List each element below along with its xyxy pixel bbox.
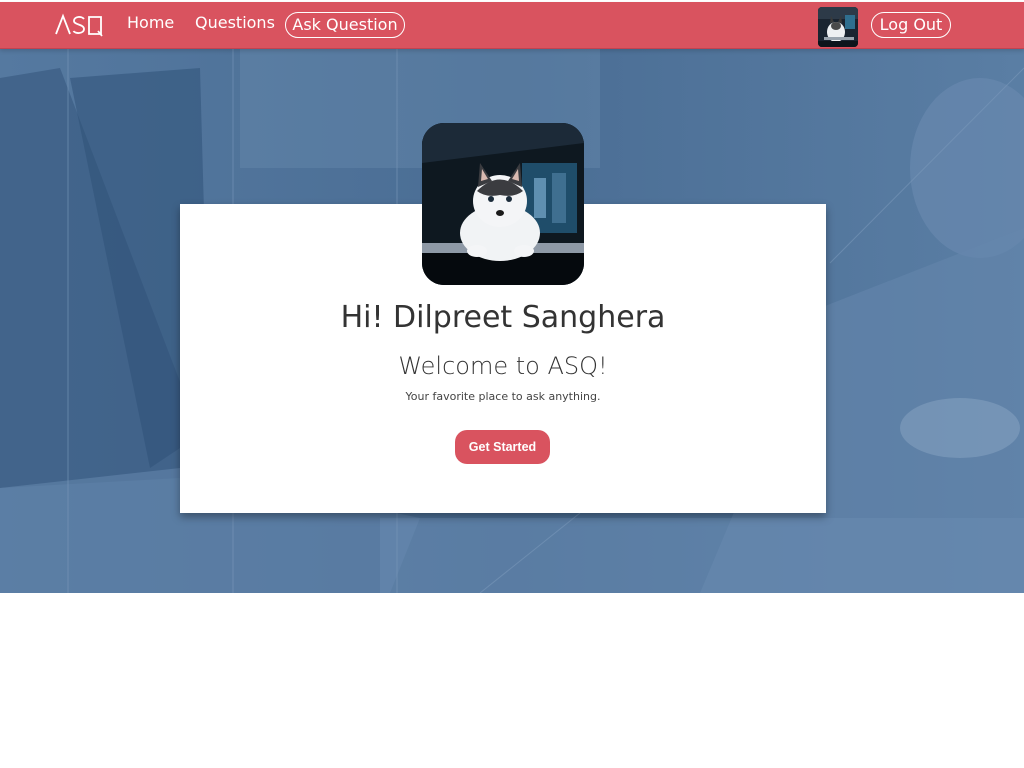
tagline-text: Your favorite place to ask anything. (405, 390, 601, 403)
nav-home-link[interactable]: Home (127, 13, 174, 33)
user-greeting: Hi! Dilpreet Sanghera (340, 300, 666, 335)
asq-logo-icon (55, 13, 103, 37)
husky-dog-photo-icon (422, 123, 584, 285)
welcome-heading: Welcome to ASQ! (398, 352, 608, 380)
get-started-button[interactable]: Get Started (455, 430, 550, 464)
brand-logo[interactable] (55, 11, 103, 39)
ask-question-button[interactable]: Ask Question (285, 12, 405, 38)
nav-questions-link[interactable]: Questions (195, 13, 275, 33)
logout-button[interactable]: Log Out (871, 12, 951, 38)
top-navbar: Home Questions Ask Question Log Out (0, 2, 1024, 49)
user-avatar[interactable] (818, 7, 858, 47)
profile-picture (422, 123, 584, 285)
husky-avatar-icon (818, 7, 858, 47)
